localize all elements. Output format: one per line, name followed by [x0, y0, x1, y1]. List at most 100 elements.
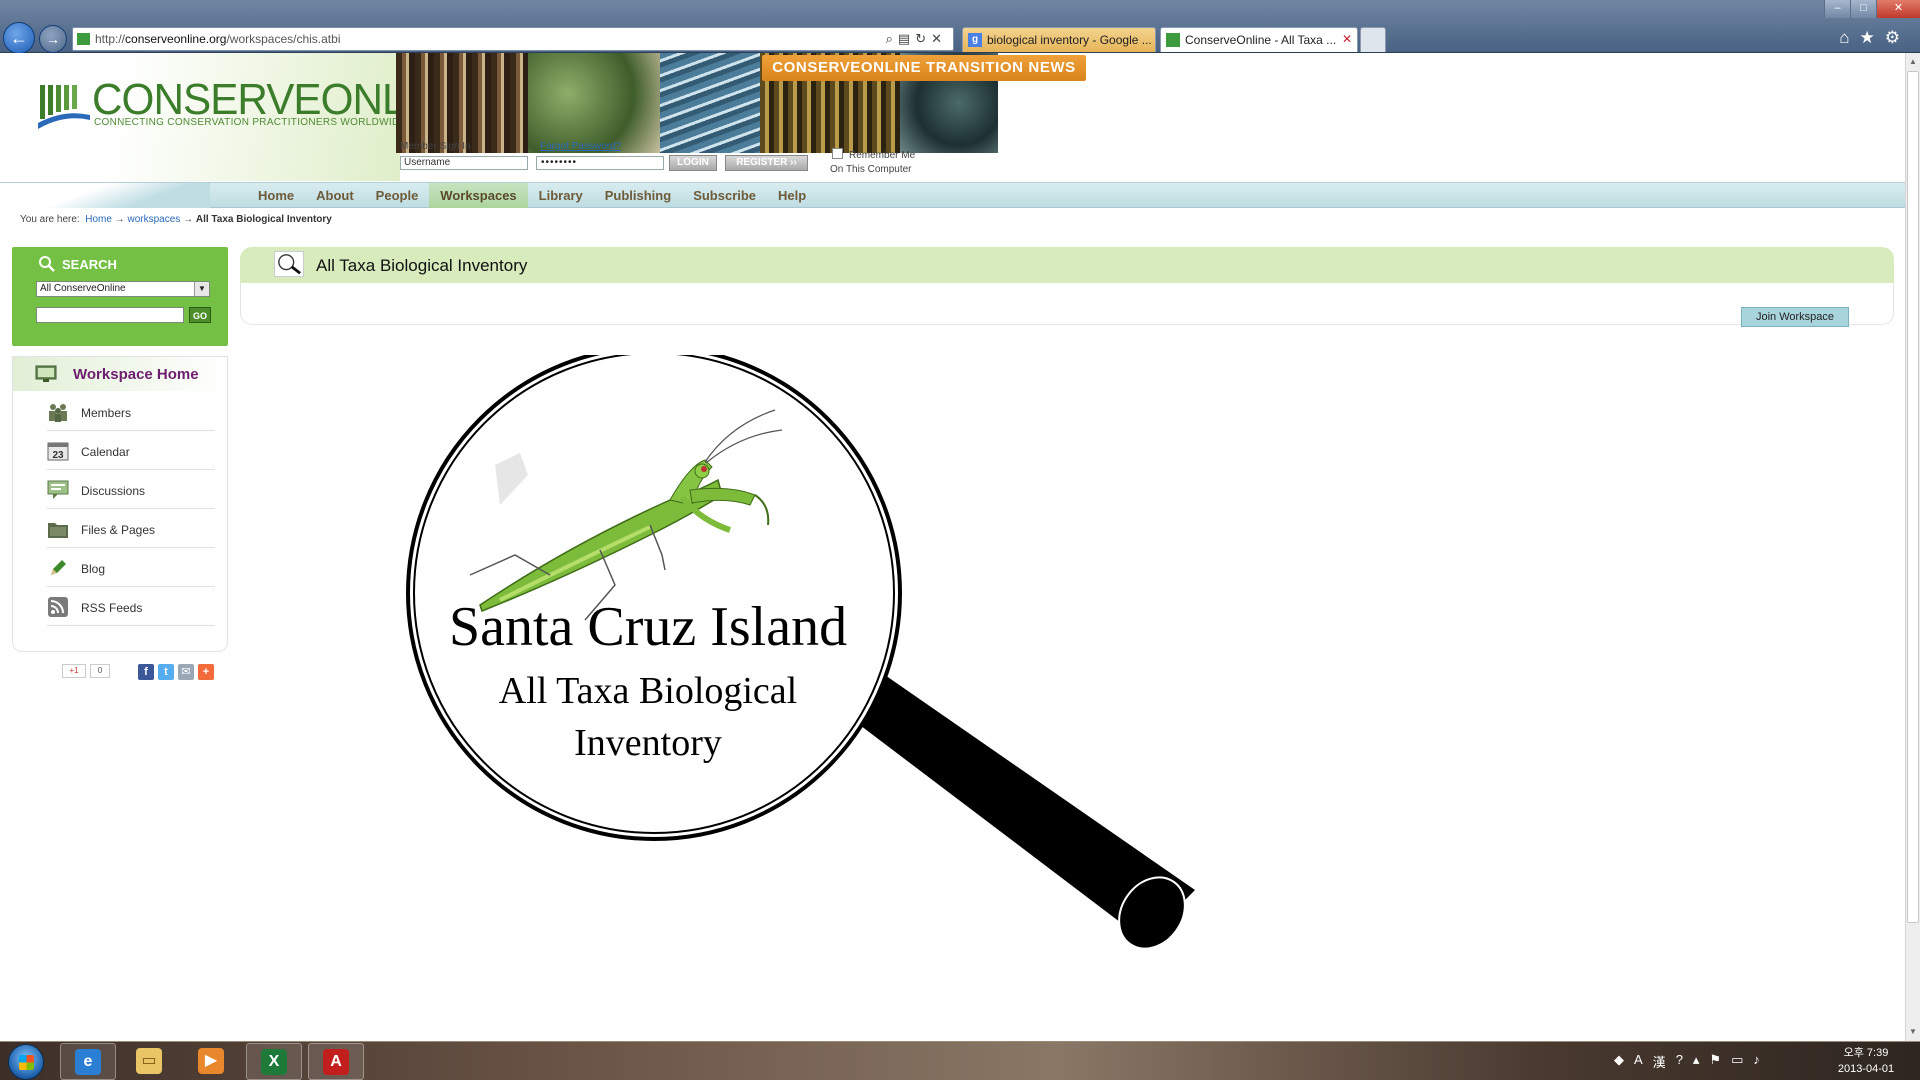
password-input[interactable]: ••••••••	[536, 156, 664, 170]
twitter-icon[interactable]: t	[158, 664, 174, 680]
sidebar-item-label: Files & Pages	[81, 523, 156, 537]
scroll-up-icon[interactable]: ▲	[1906, 55, 1920, 69]
nav-about[interactable]: About	[305, 183, 365, 208]
volume-icon[interactable]: ♪	[1753, 1052, 1760, 1070]
tab-google-search[interactable]: g biological inventory - Google ...	[962, 27, 1156, 52]
login-button[interactable]: LOGIN	[669, 155, 717, 171]
search-icon	[39, 256, 55, 272]
home-icon[interactable]: ⌂	[1839, 28, 1859, 47]
show-hidden-icons[interactable]: ▴	[1693, 1052, 1700, 1070]
start-button[interactable]	[8, 1044, 44, 1080]
monitor-icon	[35, 365, 57, 382]
breadcrumb-current: All Taxa Biological Inventory	[195, 214, 332, 225]
window-controls: – □ ✕	[1824, 0, 1920, 18]
sidebar-item-label: Discussions	[81, 484, 146, 498]
nav-publishing[interactable]: Publishing	[594, 183, 682, 208]
fern-photo	[528, 53, 660, 153]
hero-line-1: Santa Cruz Island	[449, 596, 847, 658]
network-shield-icon[interactable]: ◆	[1614, 1052, 1624, 1070]
hero-line-2: All Taxa Biological	[499, 670, 797, 712]
nav-home[interactable]: Home	[247, 183, 305, 208]
svg-text:23: 23	[52, 450, 64, 461]
search-title: SEARCH	[62, 257, 117, 272]
forward-button[interactable]: →	[39, 25, 67, 53]
remember-me-checkbox[interactable]	[832, 148, 843, 159]
new-tab-button[interactable]	[1360, 27, 1386, 52]
taskbar-internet-explorer[interactable]: e	[60, 1043, 116, 1080]
join-workspace-button[interactable]: Join Workspace	[1741, 307, 1849, 327]
site-header: CONSERVEONLINE CONNECTING CONSERVATION P…	[0, 53, 1905, 181]
nav-library[interactable]: Library	[528, 183, 594, 208]
close-window-button[interactable]: ✕	[1876, 0, 1920, 18]
help-icon[interactable]: ?	[1676, 1052, 1683, 1070]
conserveonline-logo-icon[interactable]	[38, 83, 90, 133]
search-scope-select[interactable]: All ConserveOnline ▼	[36, 281, 210, 297]
nav-swoosh	[0, 183, 210, 208]
chevron-down-icon[interactable]: ▼	[194, 282, 209, 296]
compat-view-icon[interactable]: ▤	[898, 31, 915, 46]
sidebar-item-rss-feeds[interactable]: RSS Feeds	[47, 588, 215, 626]
breadcrumb: You are here: Home → workspaces → All Ta…	[20, 214, 332, 225]
breadcrumb-workspaces[interactable]: workspaces	[128, 214, 181, 225]
nav-help[interactable]: Help	[767, 183, 817, 208]
workspace-home-link[interactable]: Workspace Home	[13, 357, 227, 391]
nav-people[interactable]: People	[365, 183, 430, 208]
address-bar[interactable]: http://conserveonline.org/workspaces/chi…	[72, 27, 954, 51]
vertical-scrollbar[interactable]: ▲ ▼	[1905, 53, 1920, 1041]
ime-letter[interactable]: A	[1634, 1052, 1643, 1070]
minimize-button[interactable]: –	[1824, 0, 1850, 18]
ime-hanja[interactable]: 漢	[1653, 1052, 1666, 1070]
nav-subscribe[interactable]: Subscribe	[682, 183, 767, 208]
favorites-star-icon[interactable]: ★	[1860, 28, 1885, 47]
sidebar-item-files-pages[interactable]: Files & Pages	[47, 510, 215, 548]
forgot-password-link[interactable]: Forgot Password?	[540, 141, 621, 152]
breadcrumb-home[interactable]: Home	[85, 214, 112, 225]
main-nav: Home About People Workspaces Library Pub…	[0, 182, 1905, 208]
sidebar-item-discussions[interactable]: Discussions	[47, 471, 215, 509]
calendar-icon: 23	[47, 442, 69, 461]
sidebar-item-members[interactable]: Members	[47, 393, 215, 431]
sidebar-item-calendar[interactable]: 23 Calendar	[47, 432, 215, 470]
tab-conserveonline[interactable]: ConserveOnline - All Taxa ... ✕	[1160, 27, 1358, 52]
breadcrumb-sep: →	[114, 214, 125, 225]
search-go-button[interactable]: GO	[189, 307, 211, 323]
stop-icon[interactable]: ✕	[931, 31, 947, 46]
google-plus-count: 0	[90, 664, 110, 678]
magnifier-handle	[840, 673, 1195, 950]
media-player-icon: ▶	[198, 1048, 224, 1074]
action-center-flag-icon[interactable]: ⚑	[1709, 1052, 1721, 1070]
maximize-button[interactable]: □	[1850, 0, 1876, 18]
refresh-icon[interactable]: ↻	[915, 31, 931, 46]
network-icon[interactable]: ▭	[1731, 1052, 1743, 1070]
username-input[interactable]: Username	[400, 156, 528, 170]
back-button[interactable]: ←	[3, 22, 35, 54]
taskbar-excel[interactable]: X	[246, 1043, 302, 1080]
addthis-plus-icon[interactable]: +	[198, 664, 214, 680]
taskbar-file-explorer[interactable]: ▭	[122, 1043, 178, 1080]
sidebar-item-label: Blog	[81, 562, 106, 576]
workspace-banner-image: Santa Cruz Island All Taxa Biological In…	[406, 355, 1195, 950]
gear-icon[interactable]: ⚙	[1885, 28, 1910, 47]
scroll-thumb[interactable]	[1907, 71, 1919, 923]
search-icon[interactable]: ⌕	[886, 31, 898, 46]
google-plus-button[interactable]: +1	[62, 664, 86, 678]
clock-time: 오후 7:39	[1843, 1047, 1889, 1059]
email-icon[interactable]: ✉	[178, 664, 194, 680]
nav-workspaces[interactable]: Workspaces	[429, 183, 528, 208]
rss-icon	[48, 597, 68, 617]
facebook-icon[interactable]: f	[138, 664, 154, 680]
google-icon: g	[968, 33, 982, 47]
sidebar-item-blog[interactable]: Blog	[47, 549, 215, 587]
taskbar-media-player[interactable]: ▶	[184, 1043, 240, 1080]
register-button[interactable]: REGISTER ››	[725, 155, 808, 171]
breadcrumb-prefix: You are here:	[20, 214, 80, 225]
transition-news-banner[interactable]: CONSERVEONLINE TRANSITION NEWS	[762, 55, 1086, 81]
signin-label: Member Sign In	[400, 141, 471, 152]
scroll-down-icon[interactable]: ▼	[1906, 1025, 1920, 1039]
forest-photo	[396, 53, 528, 153]
main-nav-items: Home About People Workspaces Library Pub…	[247, 183, 817, 208]
taskbar-clock[interactable]: 오후 7:39 2013-04-01	[1822, 1045, 1910, 1077]
search-input[interactable]	[36, 307, 184, 323]
taskbar-pdf-reader[interactable]: A	[308, 1043, 364, 1080]
tab-close-icon[interactable]: ✕	[1342, 32, 1352, 46]
